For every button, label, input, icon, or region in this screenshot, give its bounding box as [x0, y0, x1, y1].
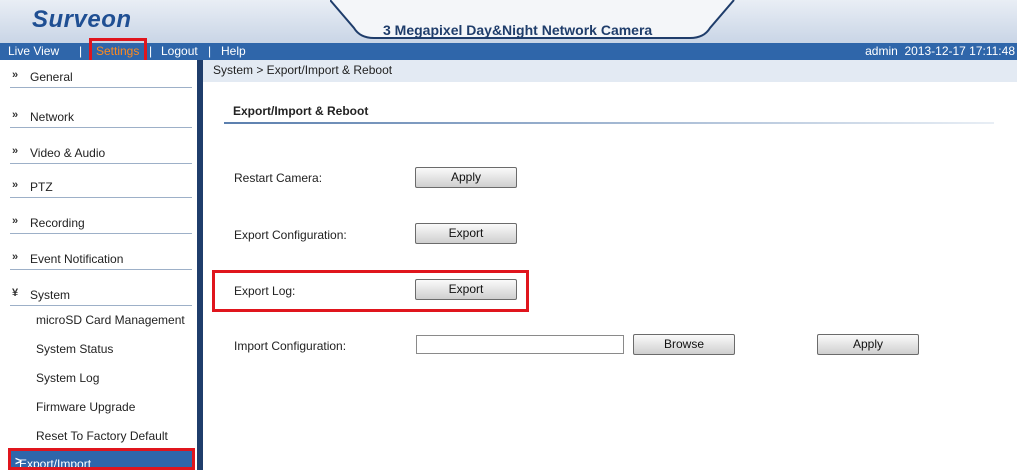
sidebar-divider [197, 60, 203, 470]
sidebar-highlight-box [8, 448, 195, 470]
sidebar-section-network[interactable]: » Network [10, 104, 192, 128]
user-name: admin [865, 44, 898, 58]
nav-separator: | [79, 44, 83, 58]
browse-button[interactable]: Browse [633, 334, 735, 355]
sidebar: » General » Network » Video & Audio » PT… [0, 60, 199, 470]
sidebar-section-label: System [30, 288, 71, 302]
chevron-right-icon: » [12, 215, 19, 227]
sidebar-section-label: Video & Audio [30, 146, 106, 160]
breadcrumb: System > Export/Import & Reboot [213, 63, 393, 77]
nav-logout[interactable]: Logout [161, 44, 198, 58]
sidebar-section-event-notification[interactable]: » Event Notification [10, 246, 192, 270]
current-datetime: 2013-12-17 17:11:48 [904, 44, 1015, 58]
sidebar-section-label: Recording [30, 216, 85, 230]
nav-live-view[interactable]: Live View [8, 44, 59, 58]
sidebar-section-label: Event Notification [30, 252, 124, 266]
import-apply-button[interactable]: Apply [817, 334, 919, 355]
sidebar-section-system[interactable]: ¥ System [10, 282, 192, 306]
user-datetime: admin 2013-12-17 17:11:48 [865, 44, 1015, 58]
sidebar-section-ptz[interactable]: » PTZ [10, 174, 192, 198]
nav-help[interactable]: Help [221, 44, 246, 58]
sidebar-section-label: General [30, 70, 73, 84]
sidebar-item-microsd[interactable]: microSD Card Management [36, 313, 185, 327]
app-header: Surveon 3 Megapixel Day&Night Network Ca… [0, 0, 1017, 43]
breadcrumb-bar: System > Export/Import & Reboot [203, 60, 1017, 82]
export-config-label: Export Configuration: [234, 228, 347, 242]
nav-separator: | [149, 44, 153, 58]
sidebar-section-general[interactable]: » General [10, 64, 192, 88]
nav-separator: | [208, 44, 212, 58]
sidebar-section-label: Network [30, 110, 75, 124]
restart-apply-button[interactable]: Apply [415, 167, 517, 188]
restart-camera-label: Restart Camera: [234, 171, 323, 185]
chevron-right-icon: » [12, 251, 19, 263]
import-file-path-input[interactable] [416, 335, 624, 354]
sidebar-item-firmware-upgrade[interactable]: Firmware Upgrade [36, 400, 135, 414]
sidebar-item-factory-reset[interactable]: Reset To Factory Default [36, 429, 168, 443]
chevron-right-icon: » [12, 179, 19, 191]
sidebar-section-video-audio[interactable]: » Video & Audio [10, 140, 192, 164]
section-title: Export/Import & Reboot [233, 104, 369, 118]
chevron-down-icon: ¥ [12, 287, 19, 299]
chevron-right-icon: » [12, 145, 19, 157]
surveon-logo: Surveon [32, 6, 132, 33]
sidebar-section-recording[interactable]: » Recording [10, 210, 192, 234]
chevron-right-icon: » [12, 109, 19, 121]
import-config-label: Import Configuration: [234, 339, 347, 353]
export-config-button[interactable]: Export [415, 223, 517, 244]
chevron-right-icon: » [12, 69, 19, 81]
export-log-highlight-box [212, 270, 529, 312]
sidebar-section-label: PTZ [30, 180, 53, 194]
page-header-title: 3 Megapixel Day&Night Network Camera [383, 22, 653, 38]
top-nav-bar: Live View | Settings | Logout | Help adm… [0, 43, 1017, 60]
section-divider [224, 122, 994, 124]
sidebar-item-system-status[interactable]: System Status [36, 342, 113, 356]
sidebar-item-system-log[interactable]: System Log [36, 371, 99, 385]
